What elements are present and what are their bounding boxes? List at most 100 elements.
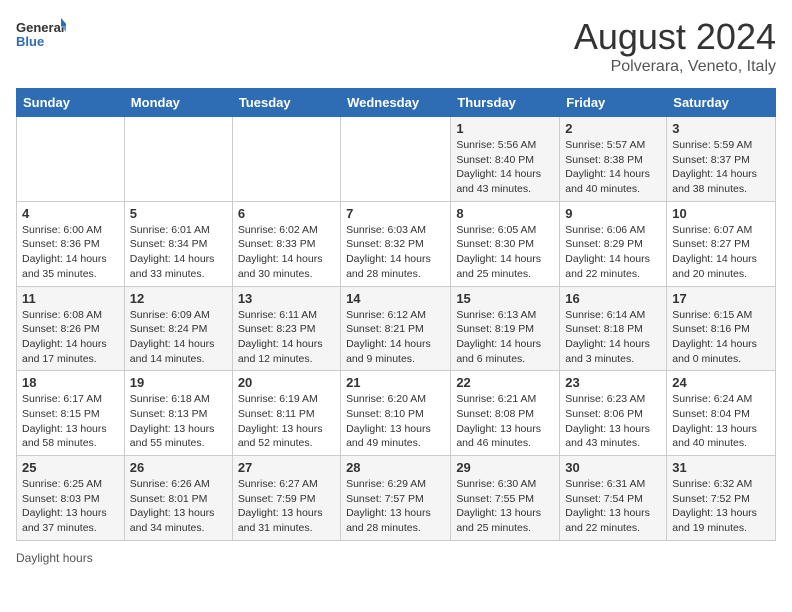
calendar-cell: 20 Sunrise: 6:19 AM Sunset: 8:11 PM Dayli… [232, 371, 340, 456]
day-number: 16 [565, 291, 661, 306]
day-number: 26 [130, 460, 227, 475]
day-number: 17 [672, 291, 770, 306]
day-number: 6 [238, 206, 335, 221]
day-info: Sunrise: 6:25 AM Sunset: 8:03 PM Dayligh… [22, 477, 119, 536]
calendar-week-row: 18Sunrise: 6:17 AM Sunset: 8:15 PM Dayli… [17, 371, 776, 456]
day-info: Sunrise: 6:06 AM Sunset: 8:29 PM Dayligh… [565, 223, 661, 282]
column-header-saturday: Saturday [667, 89, 776, 117]
day-info: Sunrise: 6:02 AM Sunset: 8:33 PM Dayligh… [238, 223, 335, 282]
calendar-header-row: SundayMondayTuesdayWednesdayThursdayFrid… [17, 89, 776, 117]
day-number: 29 [456, 460, 554, 475]
day-info: Sunrise: 6:20 AM Sunset: 8:10 PM Dayligh… [346, 392, 445, 451]
day-info: Sunrise: 6:32 AM Sunset: 7:52 PM Dayligh… [672, 477, 770, 536]
day-number: 10 [672, 206, 770, 221]
calendar-cell: 23 Sunrise: 6:23 AM Sunset: 8:06 PM Dayli… [560, 371, 667, 456]
day-number: 15 [456, 291, 554, 306]
day-info: Sunrise: 5:56 AM Sunset: 8:40 PM Dayligh… [456, 138, 554, 197]
day-info: Sunrise: 6:24 AM Sunset: 8:04 PM Dayligh… [672, 392, 770, 451]
day-info: Sunrise: 6:07 AM Sunset: 8:27 PM Dayligh… [672, 223, 770, 282]
calendar-table: SundayMondayTuesdayWednesdayThursdayFrid… [16, 88, 776, 541]
day-number: 24 [672, 375, 770, 390]
day-info: Sunrise: 6:29 AM Sunset: 7:57 PM Dayligh… [346, 477, 445, 536]
calendar-cell [124, 117, 232, 202]
day-info: Sunrise: 6:14 AM Sunset: 8:18 PM Dayligh… [565, 308, 661, 367]
calendar-cell: 17 Sunrise: 6:15 AM Sunset: 8:16 PM Dayli… [667, 286, 776, 371]
day-number: 1 [456, 121, 554, 136]
calendar-cell: 26 Sunrise: 6:26 AM Sunset: 8:01 PM Dayli… [124, 456, 232, 541]
column-header-friday: Friday [560, 89, 667, 117]
calendar-cell: 2Sunrise: 5:57 AM Sunset: 8:38 PM Daylig… [560, 117, 667, 202]
day-number: 12 [130, 291, 227, 306]
day-info: Sunrise: 6:30 AM Sunset: 7:55 PM Dayligh… [456, 477, 554, 536]
page-header: General Blue August 2024 Polverara, Vene… [16, 16, 776, 76]
day-number: 22 [456, 375, 554, 390]
calendar-cell: 9 Sunrise: 6:06 AM Sunset: 8:29 PM Daylig… [560, 201, 667, 286]
calendar-cell: 24 Sunrise: 6:24 AM Sunset: 8:04 PM Dayli… [667, 371, 776, 456]
column-header-tuesday: Tuesday [232, 89, 340, 117]
calendar-cell: 30Sunrise: 6:31 AM Sunset: 7:54 PM Dayli… [560, 456, 667, 541]
calendar-cell: 31 Sunrise: 6:32 AM Sunset: 7:52 PM Dayli… [667, 456, 776, 541]
calendar-cell: 21 Sunrise: 6:20 AM Sunset: 8:10 PM Dayli… [341, 371, 451, 456]
calendar-cell: 15 Sunrise: 6:13 AM Sunset: 8:19 PM Dayli… [451, 286, 560, 371]
day-info: Sunrise: 6:01 AM Sunset: 8:34 PM Dayligh… [130, 223, 227, 282]
calendar-cell: 14 Sunrise: 6:12 AM Sunset: 8:21 PM Dayli… [341, 286, 451, 371]
day-info: Sunrise: 6:11 AM Sunset: 8:23 PM Dayligh… [238, 308, 335, 367]
day-number: 9 [565, 206, 661, 221]
day-number: 8 [456, 206, 554, 221]
day-number: 28 [346, 460, 445, 475]
calendar-cell: 13 Sunrise: 6:11 AM Sunset: 8:23 PM Dayli… [232, 286, 340, 371]
calendar-cell [341, 117, 451, 202]
day-info: Sunrise: 6:23 AM Sunset: 8:06 PM Dayligh… [565, 392, 661, 451]
day-info: Sunrise: 6:12 AM Sunset: 8:21 PM Dayligh… [346, 308, 445, 367]
calendar-cell: 10 Sunrise: 6:07 AM Sunset: 8:27 PM Dayli… [667, 201, 776, 286]
day-info: Sunrise: 6:13 AM Sunset: 8:19 PM Dayligh… [456, 308, 554, 367]
day-info: Sunrise: 6:19 AM Sunset: 8:11 PM Dayligh… [238, 392, 335, 451]
day-number: 13 [238, 291, 335, 306]
day-number: 21 [346, 375, 445, 390]
calendar-week-row: 4Sunrise: 6:00 AM Sunset: 8:36 PM Daylig… [17, 201, 776, 286]
day-info: Sunrise: 6:05 AM Sunset: 8:30 PM Dayligh… [456, 223, 554, 282]
day-info: Sunrise: 6:26 AM Sunset: 8:01 PM Dayligh… [130, 477, 227, 536]
calendar-cell: 16 Sunrise: 6:14 AM Sunset: 8:18 PM Dayli… [560, 286, 667, 371]
calendar-cell [232, 117, 340, 202]
column-header-wednesday: Wednesday [341, 89, 451, 117]
calendar-week-row: 25 Sunrise: 6:25 AM Sunset: 8:03 PM Dayli… [17, 456, 776, 541]
day-number: 25 [22, 460, 119, 475]
calendar-week-row: 11Sunrise: 6:08 AM Sunset: 8:26 PM Dayli… [17, 286, 776, 371]
day-info: Sunrise: 5:57 AM Sunset: 8:38 PM Dayligh… [565, 138, 661, 197]
logo-svg: General Blue [16, 16, 66, 56]
calendar-cell: 5 Sunrise: 6:01 AM Sunset: 8:34 PM Daylig… [124, 201, 232, 286]
day-number: 5 [130, 206, 227, 221]
main-title: August 2024 [574, 16, 776, 58]
day-info: Sunrise: 6:15 AM Sunset: 8:16 PM Dayligh… [672, 308, 770, 367]
day-number: 31 [672, 460, 770, 475]
column-header-thursday: Thursday [451, 89, 560, 117]
calendar-cell: 7Sunrise: 6:03 AM Sunset: 8:32 PM Daylig… [341, 201, 451, 286]
day-info: Sunrise: 6:08 AM Sunset: 8:26 PM Dayligh… [22, 308, 119, 367]
footer-daylight: Daylight hours [16, 551, 776, 565]
day-number: 3 [672, 121, 770, 136]
column-header-monday: Monday [124, 89, 232, 117]
title-block: August 2024 Polverara, Veneto, Italy [574, 16, 776, 76]
subtitle: Polverara, Veneto, Italy [574, 58, 776, 76]
calendar-cell: 27Sunrise: 6:27 AM Sunset: 7:59 PM Dayli… [232, 456, 340, 541]
calendar-cell: 12Sunrise: 6:09 AM Sunset: 8:24 PM Dayli… [124, 286, 232, 371]
calendar-cell: 6 Sunrise: 6:02 AM Sunset: 8:33 PM Daylig… [232, 201, 340, 286]
day-info: Sunrise: 6:21 AM Sunset: 8:08 PM Dayligh… [456, 392, 554, 451]
calendar-cell: 3Sunrise: 5:59 AM Sunset: 8:37 PM Daylig… [667, 117, 776, 202]
day-number: 23 [565, 375, 661, 390]
day-info: Sunrise: 6:31 AM Sunset: 7:54 PM Dayligh… [565, 477, 661, 536]
calendar-cell: 29 Sunrise: 6:30 AM Sunset: 7:55 PM Dayli… [451, 456, 560, 541]
svg-text:Blue: Blue [16, 34, 44, 49]
calendar-cell: 18Sunrise: 6:17 AM Sunset: 8:15 PM Dayli… [17, 371, 125, 456]
day-number: 4 [22, 206, 119, 221]
day-number: 14 [346, 291, 445, 306]
calendar-cell: 22 Sunrise: 6:21 AM Sunset: 8:08 PM Dayli… [451, 371, 560, 456]
logo: General Blue [16, 16, 66, 56]
day-number: 20 [238, 375, 335, 390]
calendar-week-row: 1 Sunrise: 5:56 AM Sunset: 8:40 PM Daylig… [17, 117, 776, 202]
column-header-sunday: Sunday [17, 89, 125, 117]
day-number: 7 [346, 206, 445, 221]
calendar-cell: 8 Sunrise: 6:05 AM Sunset: 8:30 PM Daylig… [451, 201, 560, 286]
day-info: Sunrise: 6:18 AM Sunset: 8:13 PM Dayligh… [130, 392, 227, 451]
